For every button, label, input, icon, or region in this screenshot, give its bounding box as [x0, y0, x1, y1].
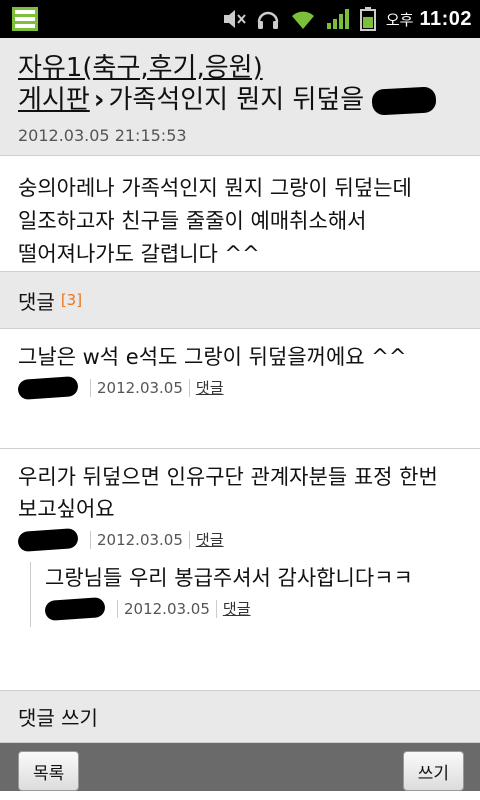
meta-divider — [90, 530, 91, 549]
reply-text: 그랑님들 우리 봉급주셔서 감사합니다ㅋㅋ — [45, 566, 413, 590]
reply-link[interactable]: 댓글 — [223, 598, 251, 619]
redacted-author — [44, 596, 106, 621]
comments-count: [3] — [60, 291, 83, 309]
meta-divider — [117, 599, 118, 618]
status-bar: 오후 11:02 — [0, 0, 480, 38]
reply-link[interactable]: 댓글 — [196, 377, 224, 398]
meta-divider — [188, 378, 190, 397]
status-time: 11:02 — [419, 7, 472, 30]
comment-item: 그날은 w석 e석도 그랑이 뒤덮을꺼에요 ^^ 2012.03.05 댓글 — [0, 329, 480, 449]
write-button[interactable]: 쓰기 — [402, 751, 464, 791]
post-body: 숭의아레나 가족석인지 뭔지 그랑이 뒤덮는데 일조하고자 친구들 줄줄이 예매… — [0, 156, 480, 272]
meta-divider — [90, 378, 91, 397]
reply-date: 2012.03.05 — [124, 599, 210, 618]
reply-meta: 2012.03.05 댓글 — [44, 596, 466, 621]
meta-divider — [215, 599, 217, 618]
comments-label: 댓글 — [18, 289, 55, 314]
post-date: 2012.03.05 21:15:53 — [18, 126, 187, 145]
reply-link[interactable]: 댓글 — [196, 529, 224, 550]
comment-item: 우리가 뒤덮으면 인유구단 관계자분들 표정 한번 보고싶어요 2012.03.… — [0, 449, 480, 691]
comments-header: 댓글 [3] — [0, 272, 480, 329]
comment-date: 2012.03.05 — [97, 378, 183, 397]
comment-date: 2012.03.05 — [97, 530, 183, 549]
post-title-line: 자유1(축구,후기,응원)게시판 › 가족석인지 뭔지 뒤덮을 — [18, 52, 466, 116]
redacted-author — [17, 527, 79, 552]
comment-text: 우리가 뒤덮으면 인유구단 관계자분들 표정 한번 보고싶어요 — [18, 465, 438, 521]
nested-reply: 그랑님들 우리 봉급주셔서 감사합니다ㅋㅋ 2012.03.05 댓글 — [30, 562, 466, 627]
wifi-icon — [290, 8, 316, 30]
redacted-author — [17, 375, 79, 400]
bottom-toolbar: 목록 쓰기 — [0, 743, 480, 791]
status-ampm: 오후 — [385, 10, 414, 29]
battery-icon — [359, 7, 376, 31]
comment-meta: 2012.03.05 댓글 — [17, 527, 466, 552]
list-button[interactable]: 목록 — [18, 751, 80, 791]
headphones-icon — [256, 8, 280, 30]
comment-meta: 2012.03.05 댓글 — [17, 375, 466, 400]
comment-text: 그날은 w석 e석도 그랑이 뒤덮을꺼에요 ^^ — [18, 345, 407, 369]
post-header: 자유1(축구,후기,응원)게시판 › 가족석인지 뭔지 뒤덮을 2012.03.05… — [0, 38, 480, 156]
signal-icon — [326, 8, 350, 30]
redacted-author — [371, 85, 438, 116]
breadcrumb-separator: › — [93, 85, 105, 115]
meta-divider — [188, 530, 190, 549]
write-comment-link[interactable]: 댓글 쓰기 — [0, 691, 480, 743]
mute-icon — [222, 8, 246, 30]
notification-app-icon[interactable] — [12, 7, 38, 31]
post-title: 가족석인지 뭔지 뒤덮을 — [108, 85, 365, 115]
